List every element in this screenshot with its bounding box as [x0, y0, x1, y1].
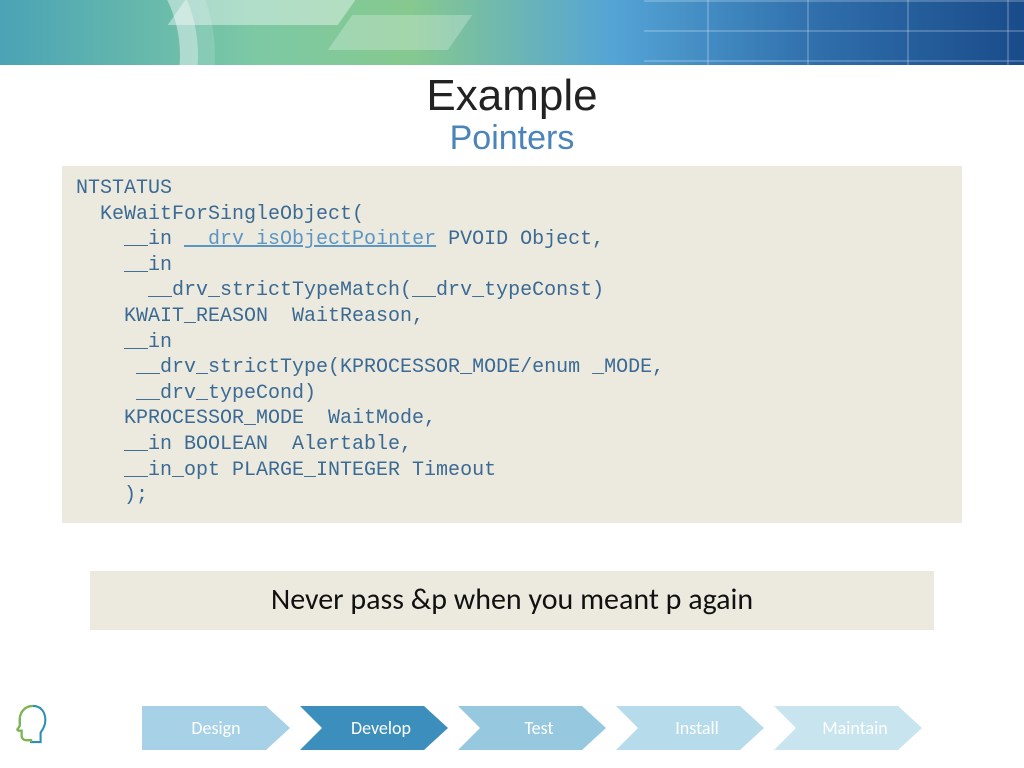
slide-footer: DesignDevelopTestInstallMaintain: [0, 686, 1024, 756]
process-arrow-develop: Develop: [300, 706, 448, 750]
slide-title: Example: [28, 71, 996, 121]
code-line: __drv_typeCond): [76, 382, 316, 405]
slide-callout: Never pass &p when you meant p again: [90, 571, 934, 630]
process-arrow-test: Test: [458, 706, 606, 750]
code-highlight: __drv_isObjectPointer: [184, 228, 436, 251]
code-line: __in: [76, 254, 172, 277]
slide-body: Example Pointers NTSTATUS KeWaitForSingl…: [0, 71, 1024, 630]
code-line: __in BOOLEAN Alertable,: [76, 433, 412, 456]
process-arrows: DesignDevelopTestInstallMaintain: [142, 706, 932, 750]
banner-diagonal-decor: [328, 15, 473, 50]
slide-header-banner: [0, 0, 1024, 65]
process-arrow-install: Install: [616, 706, 764, 750]
code-line: __in: [76, 228, 184, 251]
process-arrow-maintain: Maintain: [774, 706, 922, 750]
process-arrow-design: Design: [142, 706, 290, 750]
banner-ring-decor: [0, 0, 180, 65]
code-line: );: [76, 484, 148, 507]
code-line: __drv_strictType(KPROCESSOR_MODE/enum _M…: [76, 356, 664, 379]
code-line: PVOID Object,: [436, 228, 604, 251]
code-line: __in: [76, 331, 172, 354]
code-line: KWAIT_REASON WaitReason,: [76, 305, 424, 328]
head-logo-icon: [14, 702, 52, 746]
banner-diagonal-decor: [168, 0, 363, 25]
code-line: __in_opt PLARGE_INTEGER Timeout: [76, 459, 496, 482]
code-block: NTSTATUS KeWaitForSingleObject( __in __d…: [62, 166, 962, 523]
slide-subtitle: Pointers: [28, 119, 996, 158]
code-line: __drv_strictTypeMatch(__drv_typeConst): [76, 279, 604, 302]
banner-circuit-decor: [644, 0, 1024, 65]
code-line: KPROCESSOR_MODE WaitMode,: [76, 407, 436, 430]
code-line: NTSTATUS: [76, 177, 172, 200]
code-line: KeWaitForSingleObject(: [76, 203, 364, 226]
